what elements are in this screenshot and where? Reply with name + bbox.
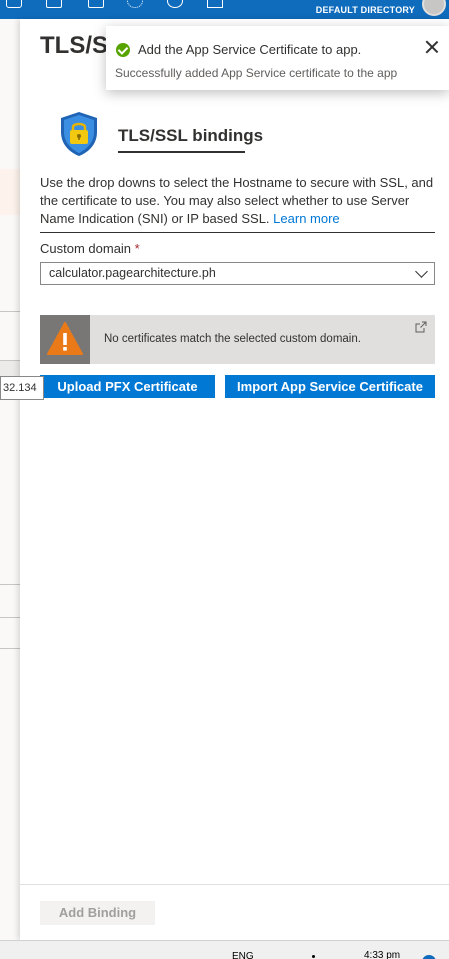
toast-title: Add the App Service Certificate to app. [138,42,362,57]
divider [0,617,20,618]
notification-center-icon[interactable] [422,955,436,959]
feedback-icon[interactable] [207,0,223,8]
instructions-body: Use the drop downs to select the Hostnam… [40,175,434,226]
footer-divider [20,884,449,885]
os-taskbar: ENG 4:33 pm [0,940,449,959]
divider [0,584,20,585]
settings-gear-icon[interactable] [127,0,143,8]
required-marker: * [134,241,140,256]
notifications-icon[interactable] [88,0,104,8]
custom-domain-label: Custom domain * [40,241,140,256]
background-blade-highlight [0,169,20,215]
chevron-down-icon [415,265,428,278]
directory-filter-icon[interactable] [46,0,62,8]
custom-domain-value: calculator.pagearchitecture.ph [49,266,216,280]
instructions-text: Use the drop downs to select the Hostnam… [40,174,435,228]
warning-triangle-icon [47,322,83,355]
warning-icon-box [40,315,90,364]
warning-message-bar: No certificates match the selected custo… [40,315,435,364]
cloud-shell-icon[interactable] [6,0,22,8]
custom-domain-dropdown[interactable]: calculator.pagearchitecture.ph [40,262,435,285]
heading-underline [118,151,245,153]
help-icon[interactable] [167,0,183,8]
divider [40,232,435,233]
upload-pfx-certificate-button[interactable]: Upload PFX Certificate [40,375,215,398]
success-check-icon [116,43,130,57]
import-app-service-certificate-button[interactable]: Import App Service Certificate [225,375,435,398]
clock[interactable]: 4:33 pm [364,950,400,959]
shield-lock-icon [61,112,97,156]
background-blade [0,19,20,940]
external-link-icon[interactable] [415,321,427,333]
success-toast: Add the App Service Certificate to app. … [106,26,449,90]
add-binding-button[interactable]: Add Binding [40,901,155,925]
custom-domain-label-text: Custom domain [40,241,132,256]
warning-text: No certificates match the selected custo… [104,333,361,345]
toast-message: Successfully added App Service certifica… [115,66,398,80]
top-navigation-bar: DEFAULT DIRECTORY [0,0,449,19]
language-indicator[interactable]: ENG [232,951,254,959]
tray-icon[interactable] [312,955,315,958]
avatar[interactable] [422,0,446,16]
divider [0,648,20,649]
directory-label[interactable]: DEFAULT DIRECTORY [316,5,415,15]
divider [0,311,20,312]
section-heading: TLS/SSL bindings [118,126,264,145]
learn-more-link[interactable]: Learn more [273,211,339,226]
ip-address-fragment: 32.134 [0,376,44,400]
close-icon[interactable] [423,38,441,56]
tls-ssl-panel: TLS/SS TLS/SSL bindings Use the drop dow… [20,19,449,940]
